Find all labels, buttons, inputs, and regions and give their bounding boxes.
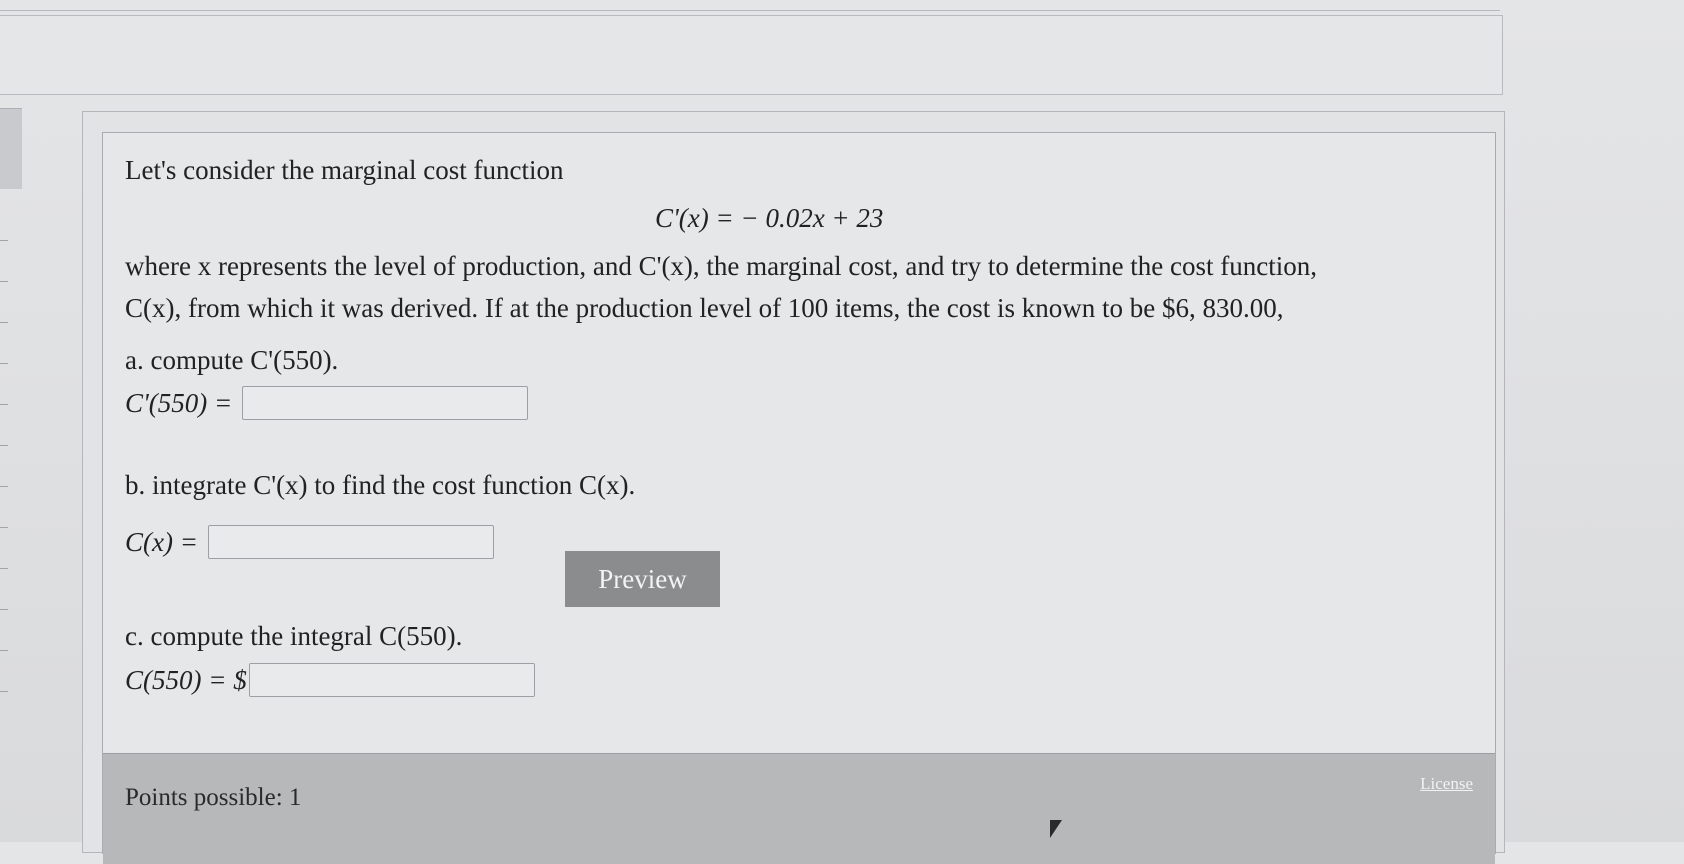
- question-paragraph: where x represents the level of producti…: [125, 245, 1485, 329]
- part-c-answer-input[interactable]: [248, 663, 535, 697]
- license-link[interactable]: License: [1420, 774, 1473, 794]
- part-b-answer-input[interactable]: [207, 525, 494, 559]
- points-possible: Points possible: 1: [125, 784, 302, 811]
- previous-panel: [0, 15, 1503, 95]
- part-a-label: a. compute C'(550).: [125, 345, 339, 375]
- part-b-row: C(x) =: [125, 525, 494, 559]
- question-paragraph-line-1: where x represents the level of producti…: [125, 251, 1318, 281]
- part-a-row: C'(550) =: [125, 386, 529, 420]
- part-b-answer-label: C(x) =: [125, 526, 198, 557]
- part-c-answer-label: C(550) = $: [125, 664, 247, 695]
- question-paragraph-line-2: C(x), from which it was derived. If at t…: [125, 293, 1284, 323]
- part-c-row: C(550) = $: [125, 663, 535, 697]
- part-c-label: c. compute the integral C(550).: [125, 621, 463, 651]
- top-strip: [0, 0, 1500, 11]
- part-a-answer-label: C'(550) =: [125, 387, 233, 418]
- marginal-cost-equation: C'(x) = − 0.02x + 23: [655, 203, 884, 233]
- question-box: Let's consider the marginal cost functio…: [102, 132, 1496, 864]
- preview-button[interactable]: Preview: [565, 551, 720, 607]
- part-b-label: b. integrate C'(x) to find the cost func…: [125, 470, 636, 500]
- mouse-cursor-icon: [1050, 820, 1062, 838]
- part-a-answer-input[interactable]: [242, 386, 529, 420]
- left-edge-ticks: [0, 240, 10, 840]
- side-tab[interactable]: [0, 108, 22, 189]
- question-intro: Let's consider the marginal cost functio…: [125, 155, 564, 185]
- question-footer: Points possible: 1 License: [103, 753, 1495, 864]
